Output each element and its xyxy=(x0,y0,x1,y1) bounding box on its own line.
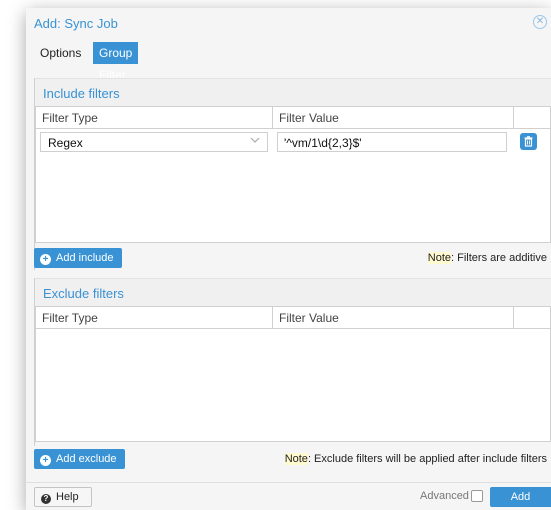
add-exclude-button[interactable]: + Add exclude xyxy=(34,449,125,469)
sync-job-dialog: Add: Sync Job ✕ Options Group Filter Inc… xyxy=(26,8,551,510)
include-filter-row: Regex '^vm/1\d{2,3}$' xyxy=(36,131,550,155)
include-note: Note: Filters are additive xyxy=(427,252,547,264)
include-col-filter-value[interactable]: Filter Value xyxy=(273,107,514,129)
exclude-note-text: : Exclude filters will be applied after … xyxy=(307,453,547,465)
include-filters-title: Include filters xyxy=(43,86,120,101)
chevron-down-icon[interactable] xyxy=(250,135,260,148)
filter-type-value: Regex xyxy=(48,136,83,150)
exclude-filters-title: Exclude filters xyxy=(43,286,124,301)
add-include-label: Add include xyxy=(56,252,114,264)
exclude-filters-grid: Filter Type Filter Value xyxy=(35,306,551,442)
exclude-note-label: Note xyxy=(284,453,308,465)
include-col-filter-type[interactable]: Filter Type xyxy=(36,107,273,129)
include-filters-panel: Include filters Filter Type Filter Value… xyxy=(34,78,551,270)
include-column-headers: Filter Type Filter Value xyxy=(36,107,550,129)
exclude-col-filter-value[interactable]: Filter Value xyxy=(273,307,514,329)
filter-type-select[interactable]: Regex xyxy=(40,132,268,152)
include-note-label: Note xyxy=(427,252,452,264)
plus-circle-icon: + xyxy=(40,254,51,265)
exclude-col-actions xyxy=(514,307,546,329)
help-label: Help xyxy=(56,491,79,503)
include-note-text: : Filters are additive xyxy=(451,252,547,264)
plus-circle-icon: + xyxy=(40,455,51,466)
help-button[interactable]: ? Help xyxy=(34,487,92,507)
tab-group-filter[interactable]: Group Filter xyxy=(93,42,139,82)
exclude-filters-header: Exclude filters xyxy=(35,278,551,306)
question-circle-icon: ? xyxy=(41,494,51,504)
trash-icon[interactable] xyxy=(520,133,537,150)
dialog-footer: ? Help Advanced Add xyxy=(26,482,551,510)
filter-value-text: '^vm/1\d{2,3}$' xyxy=(284,136,362,150)
filter-value-input[interactable]: '^vm/1\d{2,3}$' xyxy=(277,132,507,152)
exclude-column-headers: Filter Type Filter Value xyxy=(36,307,550,329)
close-icon[interactable]: ✕ xyxy=(533,15,547,29)
dialog-titlebar: Add: Sync Job ✕ xyxy=(26,8,551,38)
add-button[interactable]: Add xyxy=(490,487,551,507)
include-filters-grid: Filter Type Filter Value Regex '^vm/1\d{… xyxy=(35,106,551,243)
include-filters-header: Include filters xyxy=(35,78,551,106)
add-include-button[interactable]: + Add include xyxy=(34,248,122,268)
dialog-title: Add: Sync Job xyxy=(34,16,118,31)
exclude-filters-panel: Exclude filters Filter Type Filter Value xyxy=(34,278,551,446)
include-col-actions xyxy=(514,107,546,129)
tab-options[interactable]: Options xyxy=(34,42,87,64)
add-exclude-label: Add exclude xyxy=(56,453,117,465)
advanced-label: Advanced xyxy=(420,490,469,502)
exclude-col-filter-type[interactable]: Filter Type xyxy=(36,307,273,329)
advanced-checkbox[interactable] xyxy=(471,490,483,502)
exclude-note: Note: Exclude filters will be applied af… xyxy=(284,453,547,465)
